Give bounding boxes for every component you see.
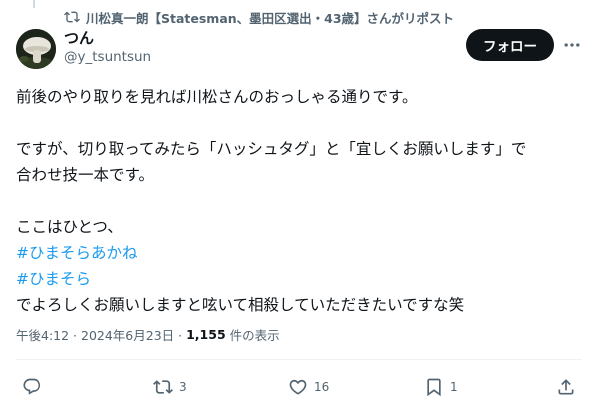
heart-icon [289,379,307,395]
more-button[interactable] [560,34,584,56]
hashtag-link[interactable]: #ひまそら [16,266,586,292]
body-line: ですが、切り取ってみたら「ハッシュタグ」と「宜しくお願いします」で [16,140,527,158]
more-dots-icon [564,43,580,47]
avatar-mushroom [16,29,56,69]
bookmark-button[interactable]: 1 [424,374,458,400]
retweet-button[interactable]: 3 [153,374,187,400]
avatar[interactable] [16,29,56,69]
body-line: でよろしくお願いしますと呟いて相殺していただきたいですな笑 [16,296,465,314]
author-block: つん @y_tsuntsun [64,29,151,67]
retweet-icon [153,380,173,394]
view-label: 件の表示 [229,327,280,343]
repost-icon [64,11,80,23]
hashtag-link[interactable]: #ひまそらあかね [16,240,586,266]
timestamp[interactable]: 午後4:12 · 2024年6月23日 · [16,325,182,344]
body-line: ここはひとつ、 [16,218,123,236]
body-line: 前後のやり取りを見れば川松さんのおっしゃる通りです。 [16,88,418,106]
reply-button[interactable] [22,374,42,400]
thread-line [33,0,35,8]
tweet-body: 前後のやり取りを見れば川松さんのおっしゃる通りです。 ですが、切り取ってみたら「… [16,84,586,318]
tweet-meta: 午後4:12 · 2024年6月23日 · 1,155 件の表示 [16,324,280,344]
retweet-count: 3 [179,380,187,394]
action-bar: 3 16 1 [0,374,598,400]
body-line: 合わせ技一本です。 [16,166,154,184]
bookmark-count: 1 [450,380,458,394]
like-button[interactable]: 16 [288,374,329,400]
divider [16,359,582,360]
view-count: 1,155 [186,326,226,342]
reply-icon [23,378,41,395]
share-button[interactable] [556,374,576,400]
share-icon [558,379,574,395]
follow-button[interactable]: フォロー [466,29,554,61]
bookmark-icon [427,378,441,397]
handle[interactable]: @y_tsuntsun [64,48,151,67]
display-name[interactable]: つん [64,29,151,48]
like-count: 16 [314,380,330,394]
repost-header[interactable]: 川松真一朗【Statesman、墨田区選出・43歳】さんがリポスト [64,8,454,26]
repost-text: 川松真一朗【Statesman、墨田区選出・43歳】さんがリポスト [86,10,455,26]
